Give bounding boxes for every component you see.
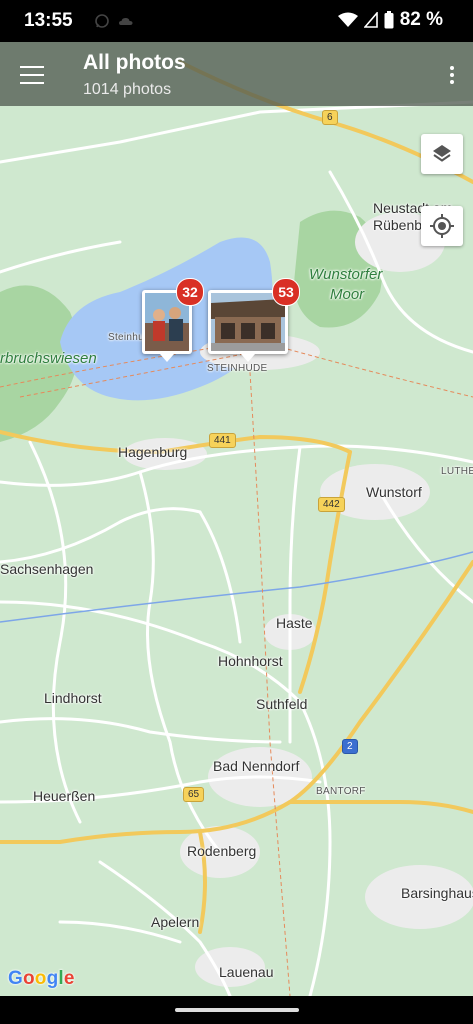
- place-label: Apelern: [151, 914, 200, 930]
- menu-icon[interactable]: [20, 66, 44, 84]
- road-shield-65: 65: [183, 787, 205, 802]
- photo-thumbnail: [211, 293, 285, 351]
- gesture-handle[interactable]: [175, 1008, 299, 1012]
- photo-count-badge: 53: [272, 278, 300, 306]
- map-layers-button[interactable]: [421, 134, 463, 174]
- place-label: Suthfeld: [256, 696, 308, 712]
- road-shield-442: 442: [318, 497, 345, 512]
- place-label: Hohnhorst: [218, 653, 283, 669]
- app-bar: All photos 1014 photos: [0, 42, 473, 106]
- layers-icon: [433, 145, 451, 162]
- place-label: Moor: [330, 286, 365, 303]
- place-label: Wunstorfer: [309, 266, 383, 283]
- cluster-pointer: [160, 354, 174, 362]
- place-label: Lindhorst: [44, 690, 102, 706]
- place-label: Wunstorf: [366, 484, 422, 500]
- place-label: Rodenberg: [187, 843, 257, 859]
- photo-cluster[interactable]: 53: [208, 278, 300, 362]
- place-label: Sachsenhagen: [0, 561, 94, 577]
- place-label: Barsinghaus: [401, 885, 473, 901]
- place-label: rbruchswiesen: [0, 350, 97, 367]
- page-title: All photos: [83, 51, 186, 74]
- place-label: Bad Nenndorf: [213, 758, 300, 774]
- status-bar: 13:55 82 %: [0, 0, 473, 42]
- google-logo: Google: [8, 968, 75, 989]
- road-shield-2: 2: [342, 739, 358, 754]
- place-label: STEINHUDE: [207, 363, 268, 374]
- status-right: 82 %: [337, 9, 443, 31]
- cloud-icon: [119, 18, 133, 25]
- more-options-icon[interactable]: [449, 66, 455, 86]
- battery-percent: 82 %: [399, 9, 443, 30]
- my-location-button[interactable]: [421, 206, 463, 246]
- battery-icon: [384, 11, 394, 29]
- place-label: Rübenb: [373, 217, 423, 233]
- whatsapp-icon: [95, 14, 109, 28]
- crosshair-location-icon: [430, 214, 454, 238]
- navigation-bar: [0, 996, 473, 1024]
- place-label: Heuerßen: [33, 788, 96, 804]
- cluster-pointer: [241, 354, 255, 362]
- photo-cluster[interactable]: 32: [142, 278, 204, 362]
- status-time: 13:55: [24, 10, 73, 31]
- photo-count-badge: 32: [176, 278, 204, 306]
- place-label: Haste: [276, 615, 313, 631]
- place-label: Hagenburg: [118, 444, 188, 460]
- road-shield-441: 441: [209, 433, 236, 448]
- place-label: BANTORF: [316, 786, 366, 797]
- wifi-icon: [337, 12, 358, 27]
- road-shield-6: 6: [322, 110, 338, 125]
- map-view[interactable]: Neustadt am Rübenb Wunstorfer Moor Stein…: [0, 42, 473, 996]
- photo-count-subtitle: 1014 photos: [83, 81, 172, 98]
- place-label: Lauenau: [219, 964, 274, 980]
- cell-signal-icon: [363, 12, 378, 28]
- place-label: LUTHE: [441, 466, 473, 477]
